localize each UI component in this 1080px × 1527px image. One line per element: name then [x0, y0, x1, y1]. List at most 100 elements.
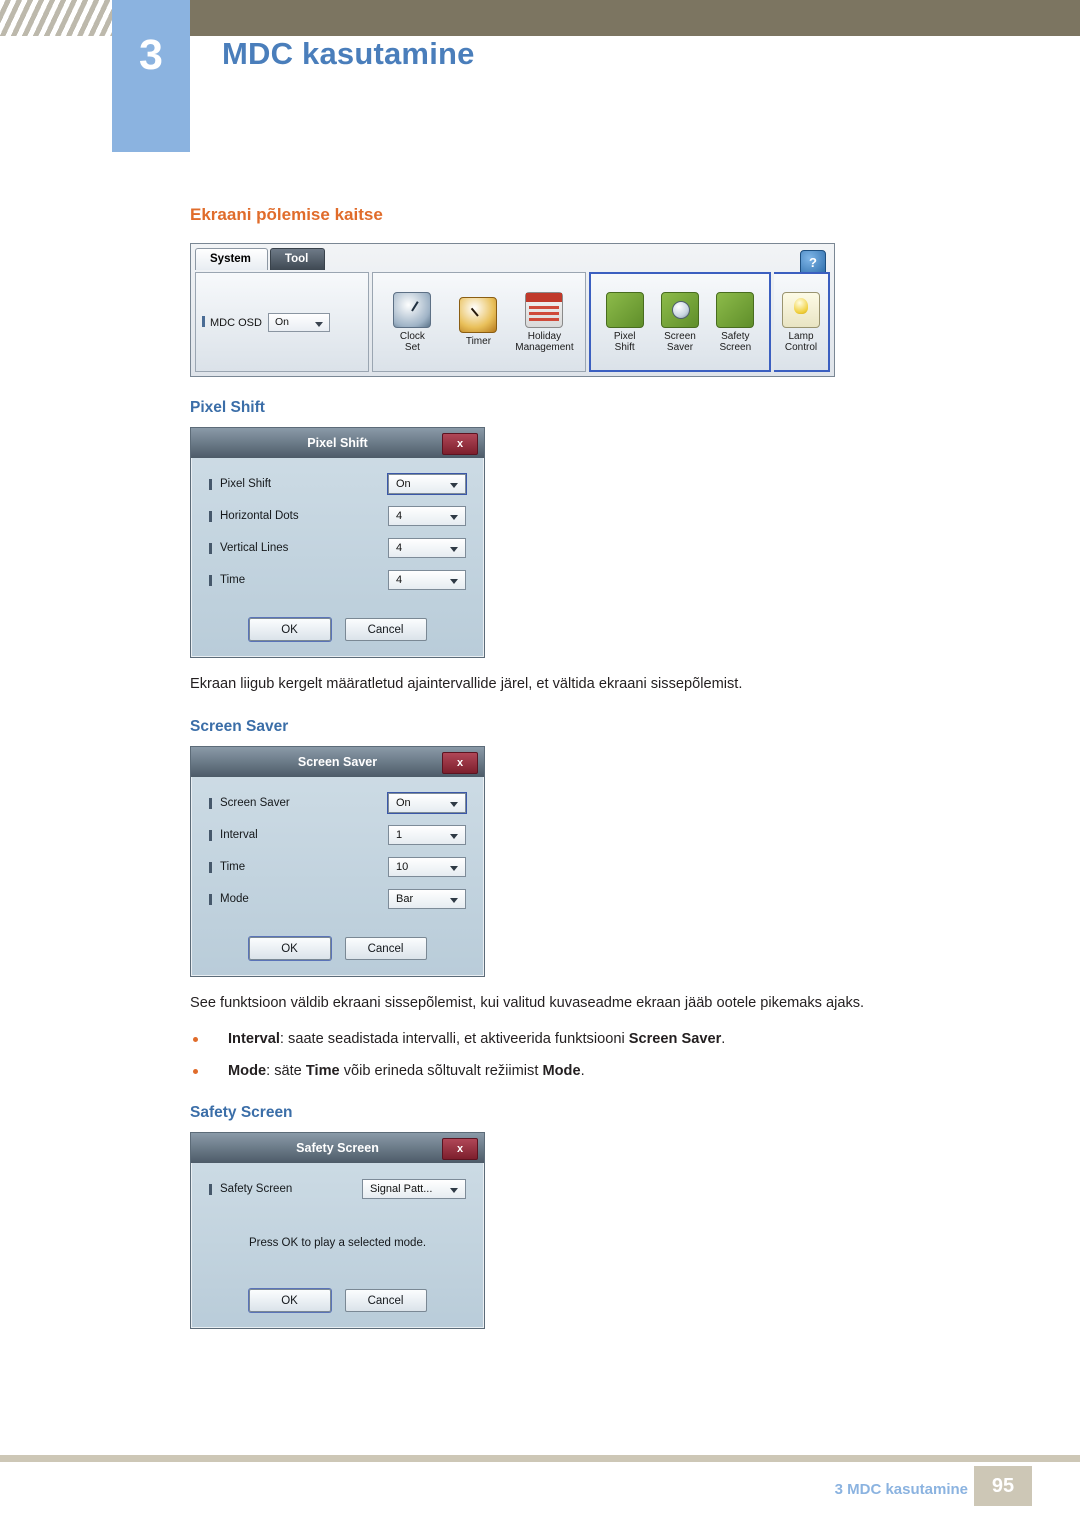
mode-select[interactable]: Bar	[388, 888, 466, 909]
field-label: Interval	[209, 829, 388, 841]
toolbar-item-label-2: Set	[404, 341, 420, 353]
bullet-term: Mode	[228, 1062, 267, 1079]
cancel-button[interactable]: Cancel	[344, 1289, 427, 1313]
field-label: Horizontal Dots	[209, 510, 388, 522]
pixel-shift-description: Ekraan liigub kergelt määratletud ajaint…	[190, 676, 743, 692]
toolbar-item-label: Pixel	[613, 330, 636, 342]
field-row: Time 4	[209, 570, 466, 590]
page-number: 95	[974, 1466, 1032, 1506]
toolbar-body: MDC OSD On Clock Set Timer Holiday Manag…	[195, 272, 830, 372]
field-label: Safety Screen	[209, 1183, 362, 1196]
toolbar-item-screen-saver[interactable]: Screen Saver	[652, 291, 707, 353]
horizontal-dots-select[interactable]: 4	[388, 506, 466, 526]
section-heading: Ekraani põlemise kaitse	[190, 205, 383, 224]
field-label: Pixel Shift	[209, 478, 388, 490]
dialog-titlebar: Safety Screen x	[191, 1133, 484, 1164]
toolbar-item-label: Screen	[664, 330, 696, 342]
chapter-number-badge: 3	[112, 0, 190, 152]
toolbar-item-lamp-control[interactable]: Lamp Control	[780, 291, 822, 353]
timer-icon	[459, 297, 498, 333]
clock-icon	[393, 291, 432, 328]
dialog-title-text: Safety Screen	[296, 1141, 379, 1156]
dialog-footer: OK Cancel	[191, 927, 484, 976]
toolbar-item-safety-screen[interactable]: Safety Screen	[708, 291, 763, 353]
safety-screen-note: Press OK to play a selected mode.	[248, 1237, 427, 1250]
bullet-text-3: .	[580, 1062, 585, 1079]
screen-saver-dialog: Screen Saver x Screen Saver On Interval …	[190, 745, 485, 977]
toolbar-item-label: Clock	[399, 330, 425, 342]
ok-button[interactable]: OK	[248, 1289, 331, 1313]
toolbar-group-schedule: Clock Set Timer Holiday Management	[372, 272, 586, 372]
toolbar-item-timer[interactable]: Timer	[445, 297, 511, 347]
time-select[interactable]: 10	[388, 856, 466, 877]
screen-saver-select[interactable]: On	[387, 791, 467, 814]
safety-screen-select[interactable]: Signal Patt...	[362, 1179, 466, 1200]
pixel-shift-select[interactable]: On	[387, 473, 467, 495]
bullet-text: : säte	[266, 1062, 306, 1079]
dialog-titlebar: Screen Saver x	[191, 746, 484, 777]
vertical-lines-select[interactable]: 4	[388, 538, 466, 558]
cancel-button[interactable]: Cancel	[344, 618, 427, 641]
field-row: Vertical Lines 4	[209, 538, 466, 558]
toolbar-group-osd: MDC OSD On	[195, 272, 370, 372]
toolbar-item-label-2: Management	[515, 341, 574, 353]
subheading-safety-screen: Safety Screen	[190, 1104, 293, 1122]
close-icon[interactable]: x	[442, 751, 478, 774]
toolbar-group-screen-burn-protection: Pixel Shift Screen Saver Safety Screen	[589, 272, 771, 372]
close-icon[interactable]: x	[442, 433, 478, 455]
mdc-toolbar-screenshot: System Tool ? MDC OSD On Clock Set Timer	[190, 243, 835, 377]
close-icon[interactable]: x	[442, 1138, 478, 1161]
bullet-text-2: .	[721, 1030, 726, 1047]
tab-system[interactable]: System	[195, 248, 268, 270]
time-select[interactable]: 4	[388, 570, 466, 590]
tab-tool[interactable]: Tool	[269, 248, 326, 270]
dialog-body: Screen Saver On Interval 1 Time 10 Mode …	[191, 777, 484, 927]
field-label: Time	[209, 574, 388, 586]
field-row: Mode Bar	[209, 888, 466, 909]
dialog-footer: OK Cancel	[191, 608, 484, 657]
cancel-button[interactable]: Cancel	[344, 936, 427, 960]
toolbar-item-clock-set[interactable]: Clock Set	[379, 291, 445, 353]
toolbar-group-lamp: Lamp Control	[774, 272, 830, 372]
interval-select[interactable]: 1	[388, 824, 466, 845]
toolbar-item-label: Holiday	[527, 330, 562, 342]
toolbar-tabs: System Tool	[195, 248, 326, 270]
toolbar-item-label-2: Screen	[719, 341, 752, 353]
mdc-osd-row: MDC OSD On	[202, 312, 330, 332]
header-hatch-decoration	[0, 0, 112, 36]
dialog-title-text: Pixel Shift	[307, 436, 368, 450]
field-row: Pixel Shift On	[209, 473, 467, 495]
field-row: Screen Saver On	[209, 791, 467, 814]
mdc-osd-label: MDC OSD	[202, 316, 262, 329]
list-item: Interval: saate seadistada intervalli, e…	[190, 1029, 990, 1050]
toolbar-item-label-2: Control	[784, 341, 818, 353]
toolbar-item-label-2: Saver	[666, 341, 694, 353]
holiday-icon	[525, 291, 564, 328]
page-title: MDC kasutamine	[222, 36, 475, 71]
content-area: Ekraani põlemise kaitse System Tool ? MD…	[190, 205, 990, 1330]
bullet-term-3: Mode	[542, 1062, 581, 1079]
subheading-pixel-shift: Pixel Shift	[190, 399, 265, 416]
screen-saver-description: See funktsioon väldib ekraani sissepõlem…	[190, 994, 865, 1011]
ok-button[interactable]: OK	[248, 936, 331, 960]
footer-rule	[0, 1455, 1080, 1462]
toolbar-item-pixel-shift[interactable]: Pixel Shift	[597, 291, 652, 353]
bullet-text-2: võib erineda sõltuvalt režiimist	[339, 1062, 543, 1079]
field-row: Time 10	[209, 856, 466, 877]
field-row: Interval 1	[209, 824, 466, 845]
screen-saver-bullets: Interval: saate seadistada intervalli, e…	[190, 1029, 990, 1082]
pixel-shift-dialog: Pixel Shift x Pixel Shift On Horizontal …	[190, 427, 485, 658]
list-item: Mode: säte Time võib erineda sõltuvalt r…	[190, 1061, 990, 1082]
field-label: Screen Saver	[209, 797, 388, 809]
field-row: Horizontal Dots 4	[209, 506, 466, 526]
dialog-footer: OK Cancel	[191, 1279, 484, 1328]
toolbar-item-holiday-management[interactable]: Holiday Management	[511, 291, 577, 353]
toolbar-item-label-2: Shift	[614, 341, 635, 353]
dialog-body: Pixel Shift On Horizontal Dots 4 Vertica…	[191, 458, 484, 608]
toolbar-item-label: Timer	[465, 336, 492, 347]
mdc-osd-select[interactable]: On	[267, 312, 330, 332]
ok-button[interactable]: OK	[248, 618, 331, 641]
bullet-text: : saate seadistada intervalli, et aktive…	[279, 1030, 629, 1047]
footer-chapter-label: 3 MDC kasutamine	[834, 1481, 968, 1498]
dialog-titlebar: Pixel Shift x	[191, 428, 484, 458]
